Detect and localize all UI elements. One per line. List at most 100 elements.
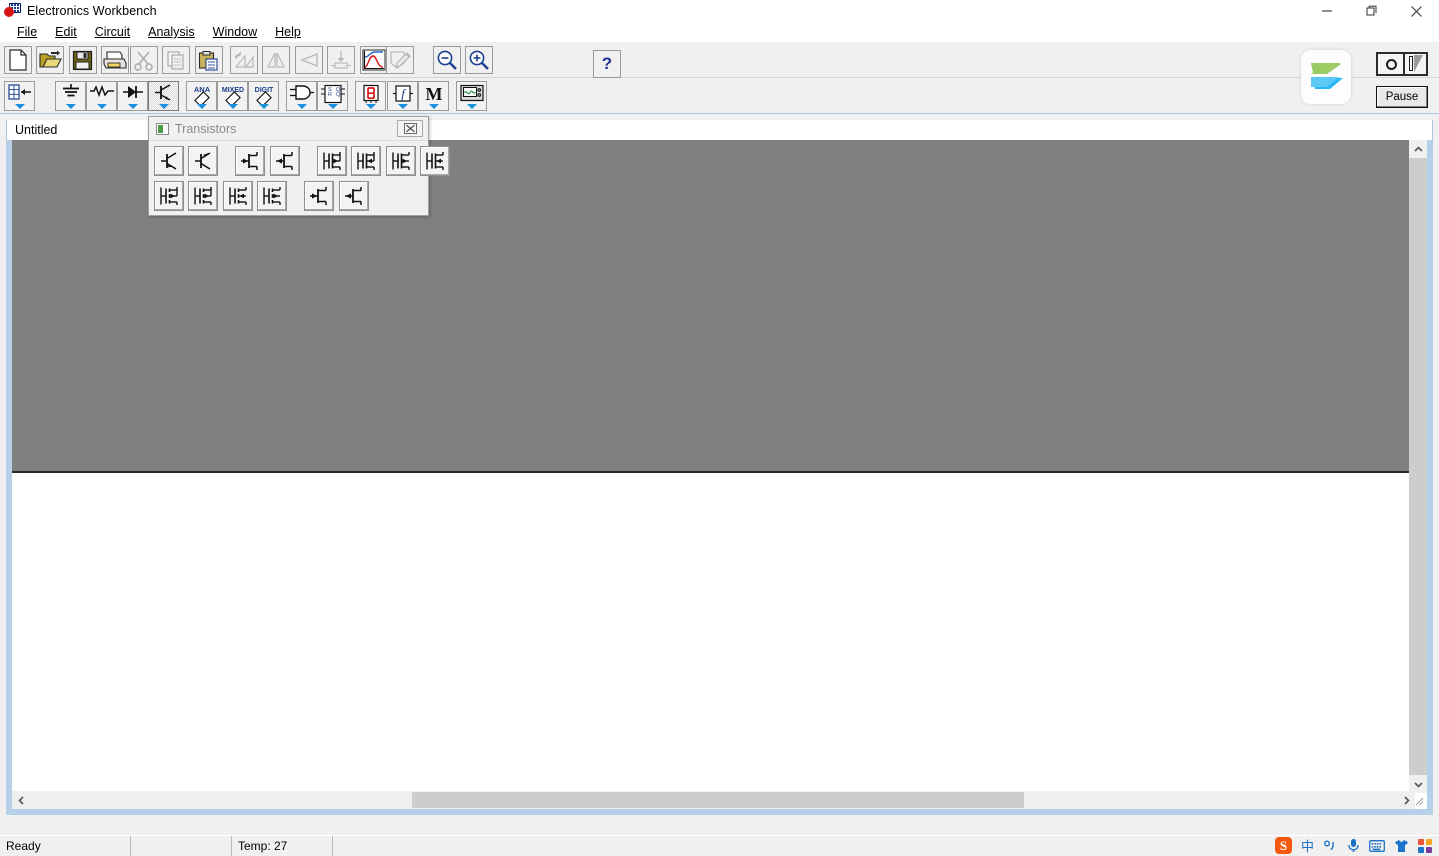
zoom-out-button[interactable] [433,46,461,74]
flip-horizontal-button[interactable] [262,46,291,74]
3-terminal-depletion-pmos-button[interactable] [351,146,382,176]
p-channel-gaasfet-button[interactable] [338,181,369,211]
toolbox-icon[interactable] [1418,838,1432,853]
display-graphs-button[interactable] [359,46,388,74]
transistors-palette[interactable]: Transistors [148,116,451,216]
zoom-in-button[interactable] [465,46,494,74]
open-file-button[interactable] [36,46,65,74]
palette-window-icon [156,122,169,135]
window-controls [1304,0,1439,22]
digital-ics-bin-button[interactable]: DIGIT [248,81,279,111]
ground-source-icon [60,84,82,105]
basic-bin-button[interactable] [86,81,117,111]
statusbar: Ready Temp: 27 S 中 [0,835,1439,856]
close-icon[interactable] [1394,0,1439,22]
svg-text:R: R [328,92,332,98]
npn-transistor-button[interactable] [154,146,184,176]
menu-file[interactable]: File [8,23,46,41]
menu-analysis[interactable]: Analysis [139,23,204,41]
svg-text:Q: Q [336,92,341,98]
horizontal-scroll-thumb[interactable] [412,792,1024,808]
status-field-4 [333,836,1439,856]
scroll-up-icon[interactable] [1409,140,1427,158]
mixed-ics-bin-button[interactable]: MIXED [217,81,248,111]
instruments-bin-button[interactable] [456,81,487,111]
document-frame [6,140,1433,815]
pause-button[interactable]: Pause [1376,86,1428,108]
3-terminal-enhancement-pmos-button[interactable] [188,181,219,211]
canvas-lower-area[interactable] [12,475,1415,793]
menu-window[interactable]: Window [204,23,266,41]
palette-titlebar[interactable]: Transistors [149,117,428,141]
4-terminal-enhancement-nmos-button[interactable] [222,181,253,211]
save-file-button[interactable] [68,46,97,74]
4-terminal-enhancement-pmos-button[interactable] [257,181,288,211]
component-properties-button[interactable] [386,46,414,74]
vertical-scrollbar[interactable] [1409,140,1427,793]
power-switch[interactable] [1376,52,1428,76]
create-subcircuit-button[interactable] [327,46,356,74]
system-tray: S 中 [1274,835,1435,856]
sogou-ime-label: S [1274,837,1292,854]
print-button[interactable] [101,46,130,74]
3-terminal-enhancement-nmos-button[interactable] [154,181,184,211]
electronics-workbench-icon [4,2,22,20]
paste-button[interactable] [194,46,223,74]
transistors-bin-button[interactable] [148,81,179,111]
analog-ics-bin-button[interactable]: ANA [186,81,217,111]
menu-edit-label: Edit [55,25,77,39]
rotate-button[interactable] [230,46,258,74]
snipaste-logo[interactable] [1301,50,1351,104]
sogou-ime-icon[interactable]: S [1274,837,1292,854]
resistor-icon [89,84,115,103]
controls-bin-button[interactable]: f [387,81,418,111]
vertical-scroll-track[interactable] [1409,198,1427,775]
menu-edit[interactable]: Edit [46,23,86,41]
resize-grip[interactable] [1413,795,1425,807]
soft-keyboard-icon[interactable] [1369,839,1385,852]
horizontal-scrollbar[interactable] [12,791,1415,809]
pause-label: Pause [1385,91,1419,103]
diodes-bin-button[interactable] [117,81,148,111]
palette-close-button[interactable] [397,120,423,137]
cut-button[interactable] [130,46,158,74]
palette-row [154,146,451,178]
menu-circuit[interactable]: Circuit [86,23,139,41]
4-terminal-depletion-pmos-button[interactable] [420,146,451,176]
skin-icon[interactable] [1394,839,1409,853]
diode-icon [121,84,145,105]
sources-bin-button[interactable] [55,81,86,111]
punctuation-mode-icon[interactable] [1323,839,1338,853]
power-on-icon [1407,55,1426,73]
input-mode-chinese-icon[interactable]: 中 [1301,836,1314,855]
4-terminal-depletion-nmos-button[interactable] [385,146,416,176]
n-channel-jfet-button[interactable] [235,146,266,176]
p-channel-jfet-button[interactable] [269,146,300,176]
palette-body [149,141,451,220]
miscellaneous-bin-button[interactable]: M [418,81,449,111]
parts-bin-toolbar: ANA MIXED DIGIT S R Q Q f M [0,78,1439,114]
help-label: ? [601,54,613,73]
power-off-icon [1380,56,1402,72]
indicators-bin-button[interactable] [355,81,386,111]
logic-gates-bin-button[interactable] [286,81,317,111]
digital-bin-button[interactable]: S R Q Q [317,81,348,111]
scroll-left-icon[interactable] [12,791,30,809]
restore-icon[interactable] [1349,0,1394,22]
vertical-scroll-thumb[interactable] [1409,158,1427,198]
new-file-button[interactable] [4,46,32,74]
svg-text:M: M [425,84,442,104]
favorites-bin-button[interactable] [4,81,35,111]
copy-button[interactable] [162,46,191,74]
help-button[interactable]: ? [593,50,621,78]
n-channel-gaasfet-button[interactable] [304,181,335,211]
flip-vertical-button[interactable] [294,46,323,74]
pnp-transistor-button[interactable] [188,146,219,176]
window-titlebar: Electronics Workbench [0,0,1439,22]
voice-input-icon[interactable] [1347,838,1360,853]
3-terminal-depletion-nmos-button[interactable] [316,146,347,176]
input-mode-label: 中 [1300,839,1314,854]
minimize-icon[interactable] [1304,0,1349,22]
menu-help[interactable]: Help [266,23,310,41]
menu-file-label: File [17,25,38,39]
